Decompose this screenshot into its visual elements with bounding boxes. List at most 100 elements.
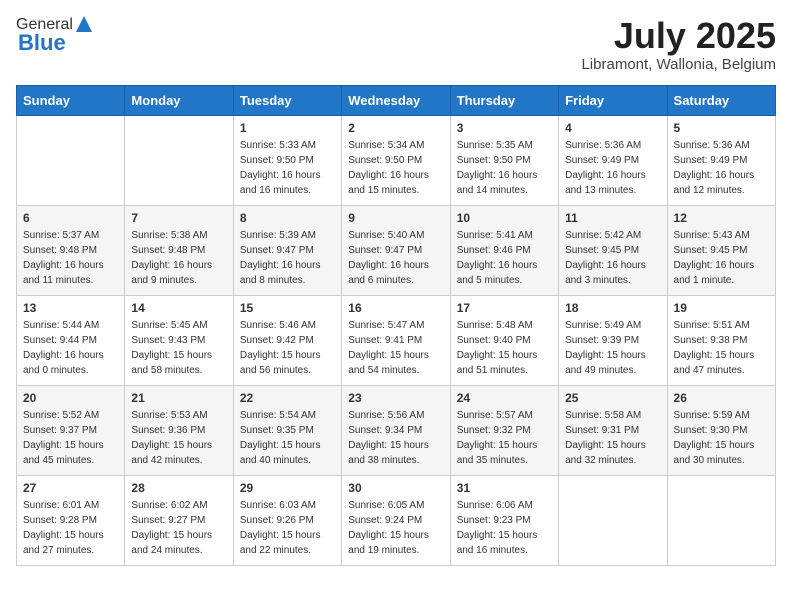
day-info: Sunrise: 5:58 AM Sunset: 9:31 PM Dayligh… (565, 408, 660, 468)
calendar-cell: 30 Sunrise: 6:05 AM Sunset: 9:24 PM Dayli… (342, 475, 450, 565)
title-area: July 2025 Libramont, Wallonia, Belgium (581, 16, 776, 73)
calendar-cell (559, 475, 667, 565)
day-info: Sunrise: 5:36 AM Sunset: 9:49 PM Dayligh… (565, 138, 660, 198)
day-number: 31 (457, 481, 552, 495)
calendar-cell: 7Sunrise: 5:38 AM Sunset: 9:48 PM Daylig… (125, 205, 233, 295)
calendar-cell: 17 Sunrise: 5:48 AM Sunset: 9:40 PM Dayli… (450, 295, 558, 385)
calendar-cell: 19 Sunrise: 5:51 AM Sunset: 9:38 PM Dayli… (667, 295, 775, 385)
week-row-1: 1Sunrise: 5:33 AM Sunset: 9:50 PM Daylig… (17, 115, 776, 205)
calendar-cell: 24Sunrise: 5:57 AM Sunset: 9:32 PM Dayli… (450, 385, 558, 475)
day-number: 20 (23, 391, 118, 405)
day-info: Sunrise: 6:01 AM Sunset: 9:28 PM Dayligh… (23, 498, 118, 558)
day-info: Sunrise: 5:35 AM Sunset: 9:50 PM Dayligh… (457, 138, 552, 198)
calendar-cell: 9Sunrise: 5:40 AM Sunset: 9:47 PM Daylig… (342, 205, 450, 295)
day-info: Sunrise: 5:37 AM Sunset: 9:48 PM Dayligh… (23, 228, 118, 288)
day-info: Sunrise: 5:53 AM Sunset: 9:36 PM Dayligh… (131, 408, 226, 468)
header-wednesday: Wednesday (342, 85, 450, 115)
day-number: 3 (457, 121, 552, 135)
calendar-cell: 21Sunrise: 5:53 AM Sunset: 9:36 PM Dayli… (125, 385, 233, 475)
day-number: 12 (674, 211, 769, 225)
header-sunday: Sunday (17, 85, 125, 115)
calendar-cell: 26 Sunrise: 5:59 AM Sunset: 9:30 PM Dayli… (667, 385, 775, 475)
day-info: Sunrise: 5:59 AM Sunset: 9:30 PM Dayligh… (674, 408, 769, 468)
week-row-2: 6 Sunrise: 5:37 AM Sunset: 9:48 PM Daylig… (17, 205, 776, 295)
calendar-cell: 28 Sunrise: 6:02 AM Sunset: 9:27 PM Dayli… (125, 475, 233, 565)
day-info: Sunrise: 6:06 AM Sunset: 9:23 PM Dayligh… (457, 498, 552, 558)
day-number: 15 (240, 301, 335, 315)
calendar-cell: 23 Sunrise: 5:56 AM Sunset: 9:34 PM Dayli… (342, 385, 450, 475)
calendar-cell: 2 Sunrise: 5:34 AM Sunset: 9:50 PM Daylig… (342, 115, 450, 205)
calendar-cell: 15 Sunrise: 5:46 AM Sunset: 9:42 PM Dayli… (233, 295, 341, 385)
day-number: 6 (23, 211, 118, 225)
day-number: 4 (565, 121, 660, 135)
day-number: 26 (674, 391, 769, 405)
month-title: July 2025 (581, 16, 776, 56)
calendar-cell: 1Sunrise: 5:33 AM Sunset: 9:50 PM Daylig… (233, 115, 341, 205)
calendar-cell: 25 Sunrise: 5:58 AM Sunset: 9:31 PM Dayli… (559, 385, 667, 475)
calendar-cell: 29 Sunrise: 6:03 AM Sunset: 9:26 PM Dayli… (233, 475, 341, 565)
calendar-cell (667, 475, 775, 565)
calendar-cell: 13Sunrise: 5:44 AM Sunset: 9:44 PM Dayli… (17, 295, 125, 385)
day-number: 29 (240, 481, 335, 495)
day-number: 14 (131, 301, 226, 315)
week-row-3: 13Sunrise: 5:44 AM Sunset: 9:44 PM Dayli… (17, 295, 776, 385)
header-monday: Monday (125, 85, 233, 115)
calendar-cell: 11Sunrise: 5:42 AM Sunset: 9:45 PM Dayli… (559, 205, 667, 295)
calendar-cell: 6 Sunrise: 5:37 AM Sunset: 9:48 PM Daylig… (17, 205, 125, 295)
day-number: 17 (457, 301, 552, 315)
day-info: Sunrise: 5:47 AM Sunset: 9:41 PM Dayligh… (348, 318, 443, 378)
day-number: 8 (240, 211, 335, 225)
calendar-cell: 27 Sunrise: 6:01 AM Sunset: 9:28 PM Dayli… (17, 475, 125, 565)
day-number: 23 (348, 391, 443, 405)
day-info: Sunrise: 5:39 AM Sunset: 9:47 PM Dayligh… (240, 228, 335, 288)
calendar-cell: 8 Sunrise: 5:39 AM Sunset: 9:47 PM Daylig… (233, 205, 341, 295)
header-tuesday: Tuesday (233, 85, 341, 115)
day-number: 22 (240, 391, 335, 405)
day-info: Sunrise: 6:05 AM Sunset: 9:24 PM Dayligh… (348, 498, 443, 558)
header-saturday: Saturday (667, 85, 775, 115)
day-info: Sunrise: 5:36 AM Sunset: 9:49 PM Dayligh… (674, 138, 769, 198)
day-info: Sunrise: 5:48 AM Sunset: 9:40 PM Dayligh… (457, 318, 552, 378)
day-number: 28 (131, 481, 226, 495)
day-number: 10 (457, 211, 552, 225)
header-thursday: Thursday (450, 85, 558, 115)
day-number: 9 (348, 211, 443, 225)
day-number: 30 (348, 481, 443, 495)
day-info: Sunrise: 5:46 AM Sunset: 9:42 PM Dayligh… (240, 318, 335, 378)
calendar-header-row: SundayMondayTuesdayWednesdayThursdayFrid… (17, 85, 776, 115)
day-info: Sunrise: 5:34 AM Sunset: 9:50 PM Dayligh… (348, 138, 443, 198)
day-number: 24 (457, 391, 552, 405)
day-number: 2 (348, 121, 443, 135)
logo: General Blue (16, 16, 94, 56)
day-info: Sunrise: 5:38 AM Sunset: 9:48 PM Dayligh… (131, 228, 226, 288)
day-info: Sunrise: 5:33 AM Sunset: 9:50 PM Dayligh… (240, 138, 335, 198)
calendar-cell: 5Sunrise: 5:36 AM Sunset: 9:49 PM Daylig… (667, 115, 775, 205)
calendar-cell: 10 Sunrise: 5:41 AM Sunset: 9:46 PM Dayli… (450, 205, 558, 295)
day-info: Sunrise: 5:52 AM Sunset: 9:37 PM Dayligh… (23, 408, 118, 468)
day-info: Sunrise: 5:45 AM Sunset: 9:43 PM Dayligh… (131, 318, 226, 378)
day-number: 27 (23, 481, 118, 495)
page-header: General Blue July 2025 Libramont, Wallon… (16, 16, 776, 73)
day-number: 18 (565, 301, 660, 315)
day-number: 19 (674, 301, 769, 315)
calendar-cell: 22 Sunrise: 5:54 AM Sunset: 9:35 PM Dayli… (233, 385, 341, 475)
day-number: 25 (565, 391, 660, 405)
week-row-5: 27 Sunrise: 6:01 AM Sunset: 9:28 PM Dayli… (17, 475, 776, 565)
day-info: Sunrise: 5:49 AM Sunset: 9:39 PM Dayligh… (565, 318, 660, 378)
day-info: Sunrise: 5:54 AM Sunset: 9:35 PM Dayligh… (240, 408, 335, 468)
calendar-cell: 14 Sunrise: 5:45 AM Sunset: 9:43 PM Dayli… (125, 295, 233, 385)
week-row-4: 20 Sunrise: 5:52 AM Sunset: 9:37 PM Dayli… (17, 385, 776, 475)
day-info: Sunrise: 5:41 AM Sunset: 9:46 PM Dayligh… (457, 228, 552, 288)
day-number: 16 (348, 301, 443, 315)
calendar-cell: 18 Sunrise: 5:49 AM Sunset: 9:39 PM Dayli… (559, 295, 667, 385)
day-info: Sunrise: 6:03 AM Sunset: 9:26 PM Dayligh… (240, 498, 335, 558)
calendar-cell (17, 115, 125, 205)
calendar-cell: 4 Sunrise: 5:36 AM Sunset: 9:49 PM Daylig… (559, 115, 667, 205)
day-info: Sunrise: 5:44 AM Sunset: 9:44 PM Dayligh… (23, 318, 118, 378)
location: Libramont, Wallonia, Belgium (581, 56, 776, 73)
day-info: Sunrise: 5:42 AM Sunset: 9:45 PM Dayligh… (565, 228, 660, 288)
calendar-cell: 12Sunrise: 5:43 AM Sunset: 9:45 PM Dayli… (667, 205, 775, 295)
day-info: Sunrise: 6:02 AM Sunset: 9:27 PM Dayligh… (131, 498, 226, 558)
day-info: Sunrise: 5:56 AM Sunset: 9:34 PM Dayligh… (348, 408, 443, 468)
day-info: Sunrise: 5:51 AM Sunset: 9:38 PM Dayligh… (674, 318, 769, 378)
